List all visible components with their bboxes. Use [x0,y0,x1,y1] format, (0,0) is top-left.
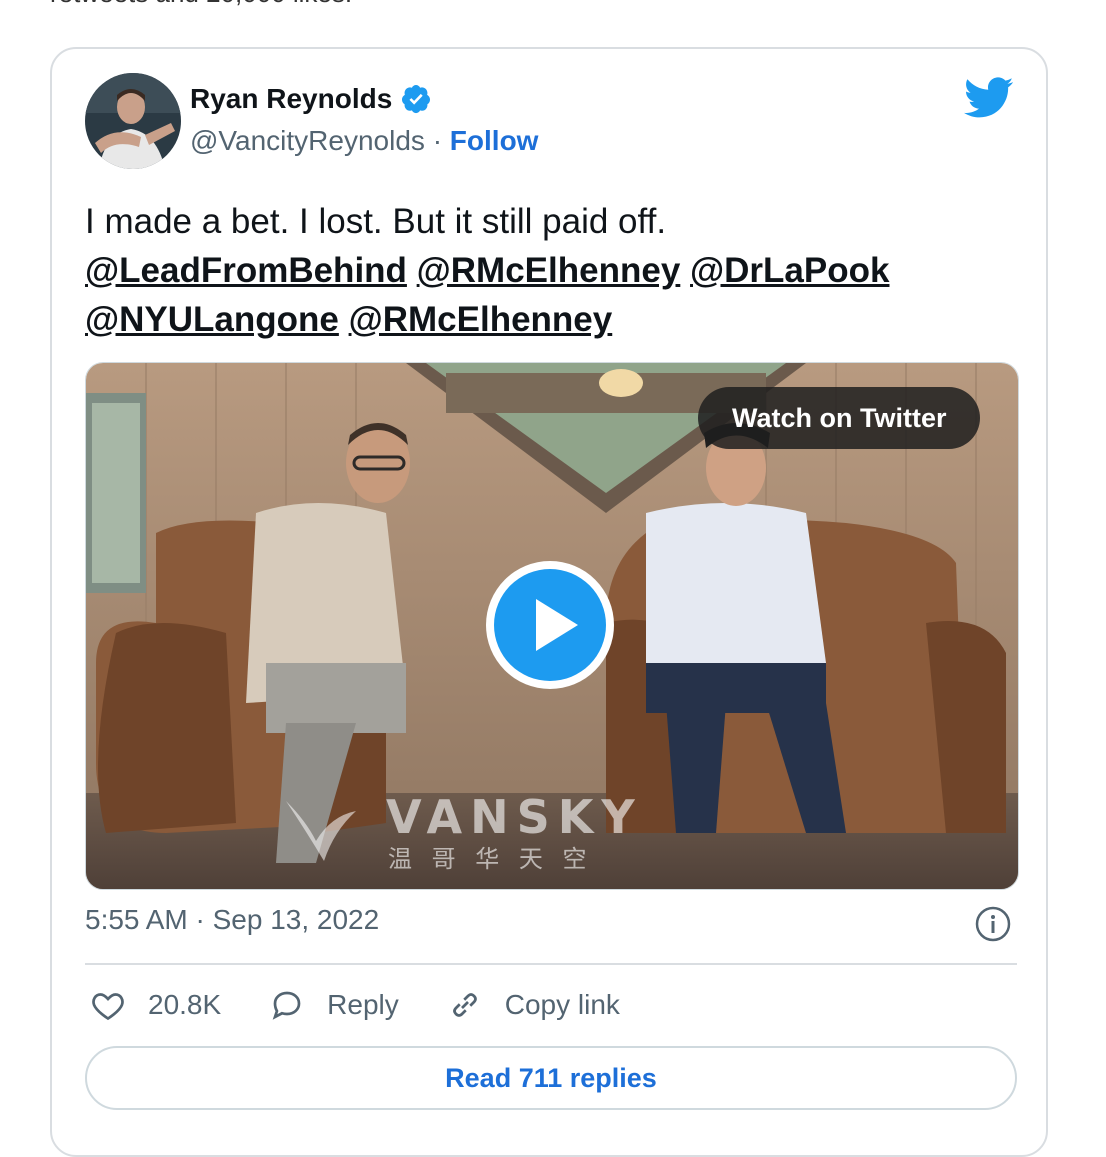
tweet-text: I made a bet. I lost. But it still paid … [85,197,1015,344]
twitter-bird-icon[interactable] [964,77,1014,119]
heart-icon [92,993,124,1021]
author-handle[interactable]: @VancityReynolds [190,125,425,156]
watermark-latin: VANSKY [386,791,643,844]
author-name-row: Ryan Reynolds [190,83,432,115]
author-handle-row: @VancityReynolds · Follow [190,125,538,157]
info-icon[interactable] [974,905,1012,943]
copy-link-label: Copy link [504,989,620,1020]
reply-button[interactable]: Reply [269,987,399,1023]
mention-rmcelhenney-2[interactable]: @RMcElhenney [349,300,613,339]
action-bar: 20.8K Reply Copy link [90,987,668,1023]
divider [85,963,1017,965]
verified-badge-icon [402,85,431,114]
tweet-timestamp[interactable]: 5:55 AM · Sep 13, 2022 [85,904,379,936]
separator-dot: · [432,125,443,156]
read-replies-button[interactable]: Read 711 replies [85,1046,1017,1110]
like-count: 20.8K [148,989,222,1020]
author-name[interactable]: Ryan Reynolds [190,83,392,115]
mention-drlapook[interactable]: @DrLaPook [690,251,889,290]
watermark-cjk: 温 哥 华 天 空 [388,845,593,871]
follow-link[interactable]: Follow [450,125,539,156]
reply-bubble-icon [272,991,301,1020]
watch-on-twitter-button[interactable]: Watch on Twitter [698,387,981,449]
copy-link-button[interactable]: Copy link [447,987,620,1023]
author-avatar[interactable] [85,73,181,169]
vansky-watermark: VANSKY 温 哥 华 天 空 [276,790,656,876]
preceding-text: retweets and 20,000 likes. [50,0,352,9]
embedded-tweet-card: Ryan Reynolds @VancityReynolds · Follow … [50,47,1048,1157]
video-player[interactable]: Watch on Twitter VANSKY 温 哥 华 天 空 [85,362,1019,890]
mention-rmcelhenney[interactable]: @RMcElhenney [417,251,681,290]
tweet-body: I made a bet. I lost. But it still paid … [85,202,667,241]
mention-leadfrombehind[interactable]: @LeadFromBehind [85,251,407,290]
play-icon[interactable] [484,559,616,691]
link-icon [452,993,477,1017]
mention-nyulangone[interactable]: @NYULangone [85,300,339,339]
like-button[interactable]: 20.8K [90,987,221,1023]
reply-label: Reply [327,989,399,1020]
